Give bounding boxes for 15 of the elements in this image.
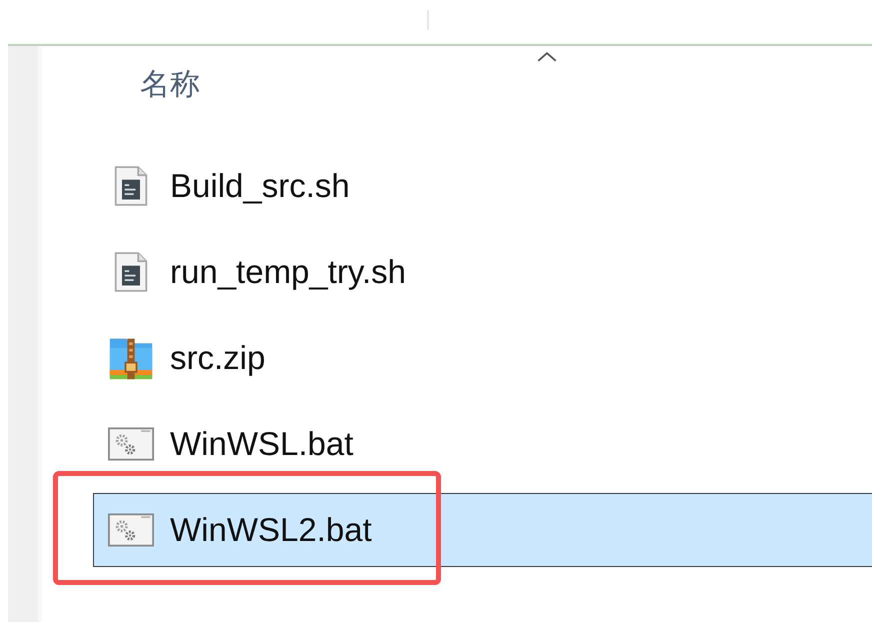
column-header[interactable]: 名称 [140, 64, 200, 105]
gears-window-icon [108, 513, 154, 547]
file-row[interactable]: WinWSL.bat [93, 407, 872, 481]
text-file-icon [113, 252, 149, 292]
file-name: WinWSL.bat [170, 425, 354, 463]
file-row[interactable]: src.zip [93, 321, 872, 395]
file-name: src.zip [170, 339, 266, 377]
file-name: Build_src.sh [170, 167, 350, 205]
file-name: WinWSL2.bat [170, 511, 372, 549]
file-row[interactable]: Build_src.sh [93, 149, 872, 223]
file-row[interactable]: run_temp_try.sh [93, 235, 872, 309]
text-file-icon [113, 166, 149, 206]
file-row[interactable]: WinWSL2.bat [93, 493, 872, 567]
gears-window-icon [108, 427, 154, 461]
file-name: run_temp_try.sh [170, 253, 406, 291]
